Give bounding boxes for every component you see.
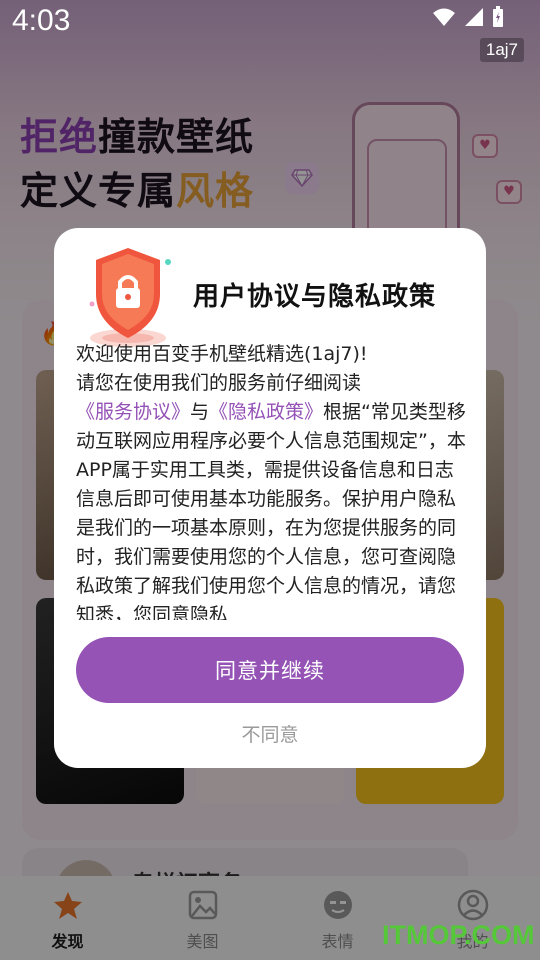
dialog-body: 欢迎使用百变手机壁纸精选(1aj7)! 请您在使用我们的服务前仔细阅读《服务协议…	[76, 340, 470, 620]
terms-paragraph: 请您在使用我们的服务前仔细阅读《服务协议》与《隐私政策》根据“常见类型移动互联网…	[76, 372, 466, 620]
version-badge: 1aj7	[479, 38, 524, 62]
status-icons	[432, 6, 504, 28]
watermark: ITMOP.COM	[382, 920, 535, 950]
disagree-button[interactable]: 不同意	[54, 720, 486, 747]
agree-continue-button[interactable]: 同意并继续	[76, 637, 464, 703]
privacy-dialog: 用户协议与隐私政策 欢迎使用百变手机壁纸精选(1aj7)! 请您在使用我们的服务…	[54, 228, 486, 768]
dialog-title: 用户协议与隐私政策	[193, 282, 437, 312]
privacy-policy-link[interactable]: 《隐私政策》	[209, 401, 323, 423]
status-time: 4:03	[12, 4, 71, 37]
status-bar: 4:03	[0, 0, 540, 44]
shield-lock-icon	[89, 248, 171, 347]
service-agreement-link[interactable]: 《服务协议》	[76, 401, 190, 423]
wifi-icon	[433, 8, 455, 26]
signal-icon	[465, 8, 483, 26]
welcome-line: 欢迎使用百变手机壁纸精选(1aj7)!	[76, 343, 368, 365]
battery-icon	[493, 6, 503, 27]
